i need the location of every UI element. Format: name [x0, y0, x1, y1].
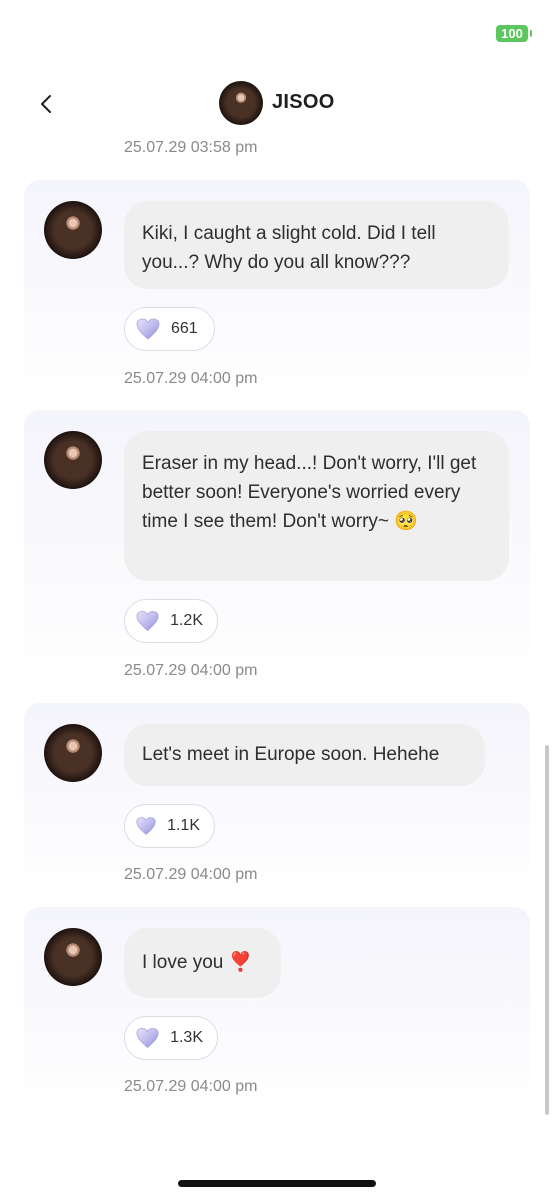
- heart-icon: [136, 817, 156, 835]
- chevron-left-icon: [41, 95, 51, 113]
- message-timestamp: 25.07.29 04:00 pm: [124, 1078, 258, 1095]
- contact-name: JISOO: [272, 91, 335, 113]
- scrollbar[interactable]: [545, 745, 549, 1115]
- avatar[interactable]: [44, 201, 102, 259]
- like-button[interactable]: 661: [124, 307, 215, 351]
- home-indicator[interactable]: [178, 1180, 376, 1187]
- like-button[interactable]: 1.1K: [124, 804, 215, 848]
- like-count: 1.1K: [167, 817, 200, 834]
- message-timestamp: 25.07.29 03:58 pm: [124, 139, 258, 156]
- message-bubble[interactable]: Kiki, I caught a slight cold. Did I tell…: [124, 201, 509, 289]
- heart-exclamation-emoji: ❣️: [228, 951, 253, 973]
- message-card: Kiki, I caught a slight cold. Did I tell…: [24, 180, 530, 402]
- message-text: Kiki, I caught a slight cold. Did I tell…: [142, 223, 436, 273]
- like-count: 1.2K: [170, 612, 203, 629]
- status-bar: 100: [0, 0, 554, 60]
- message-card: I love you ❣️ 1.3K 25.07.29 04:00 pm: [24, 907, 530, 1115]
- heart-icon: [136, 318, 160, 340]
- like-count: 1.3K: [170, 1029, 203, 1046]
- like-button[interactable]: 1.2K: [124, 599, 218, 643]
- message-text: Eraser in my head...! Don't worry, I'll …: [142, 453, 477, 532]
- message-timestamp: 25.07.29 04:00 pm: [124, 370, 258, 387]
- like-button[interactable]: 1.3K: [124, 1016, 218, 1060]
- chat-header: JISOO: [0, 70, 554, 136]
- message-timestamp: 25.07.29 04:00 pm: [124, 866, 258, 883]
- avatar[interactable]: [44, 928, 102, 986]
- message-bubble[interactable]: Let's meet in Europe soon. Hehehe: [124, 724, 485, 786]
- battery-indicator: 100: [496, 25, 532, 42]
- heart-icon: [136, 610, 159, 632]
- header-avatar[interactable]: [219, 81, 263, 125]
- avatar[interactable]: [44, 431, 102, 489]
- pleading-face-emoji: 🥺: [394, 510, 418, 532]
- message-timestamp: 25.07.29 04:00 pm: [124, 662, 258, 679]
- message-card: Let's meet in Europe soon. Hehehe 1.1K 2…: [24, 703, 530, 899]
- heart-icon: [136, 1027, 159, 1049]
- like-count: 661: [171, 320, 198, 337]
- message-text: Let's meet in Europe soon. Hehehe: [142, 744, 440, 765]
- message-text: I love you: [142, 952, 224, 973]
- back-button[interactable]: [30, 88, 64, 122]
- message-card: Eraser in my head...! Don't worry, I'll …: [24, 410, 530, 692]
- message-bubble[interactable]: Eraser in my head...! Don't worry, I'll …: [124, 431, 509, 581]
- avatar[interactable]: [44, 724, 102, 782]
- message-bubble[interactable]: I love you ❣️: [124, 928, 281, 998]
